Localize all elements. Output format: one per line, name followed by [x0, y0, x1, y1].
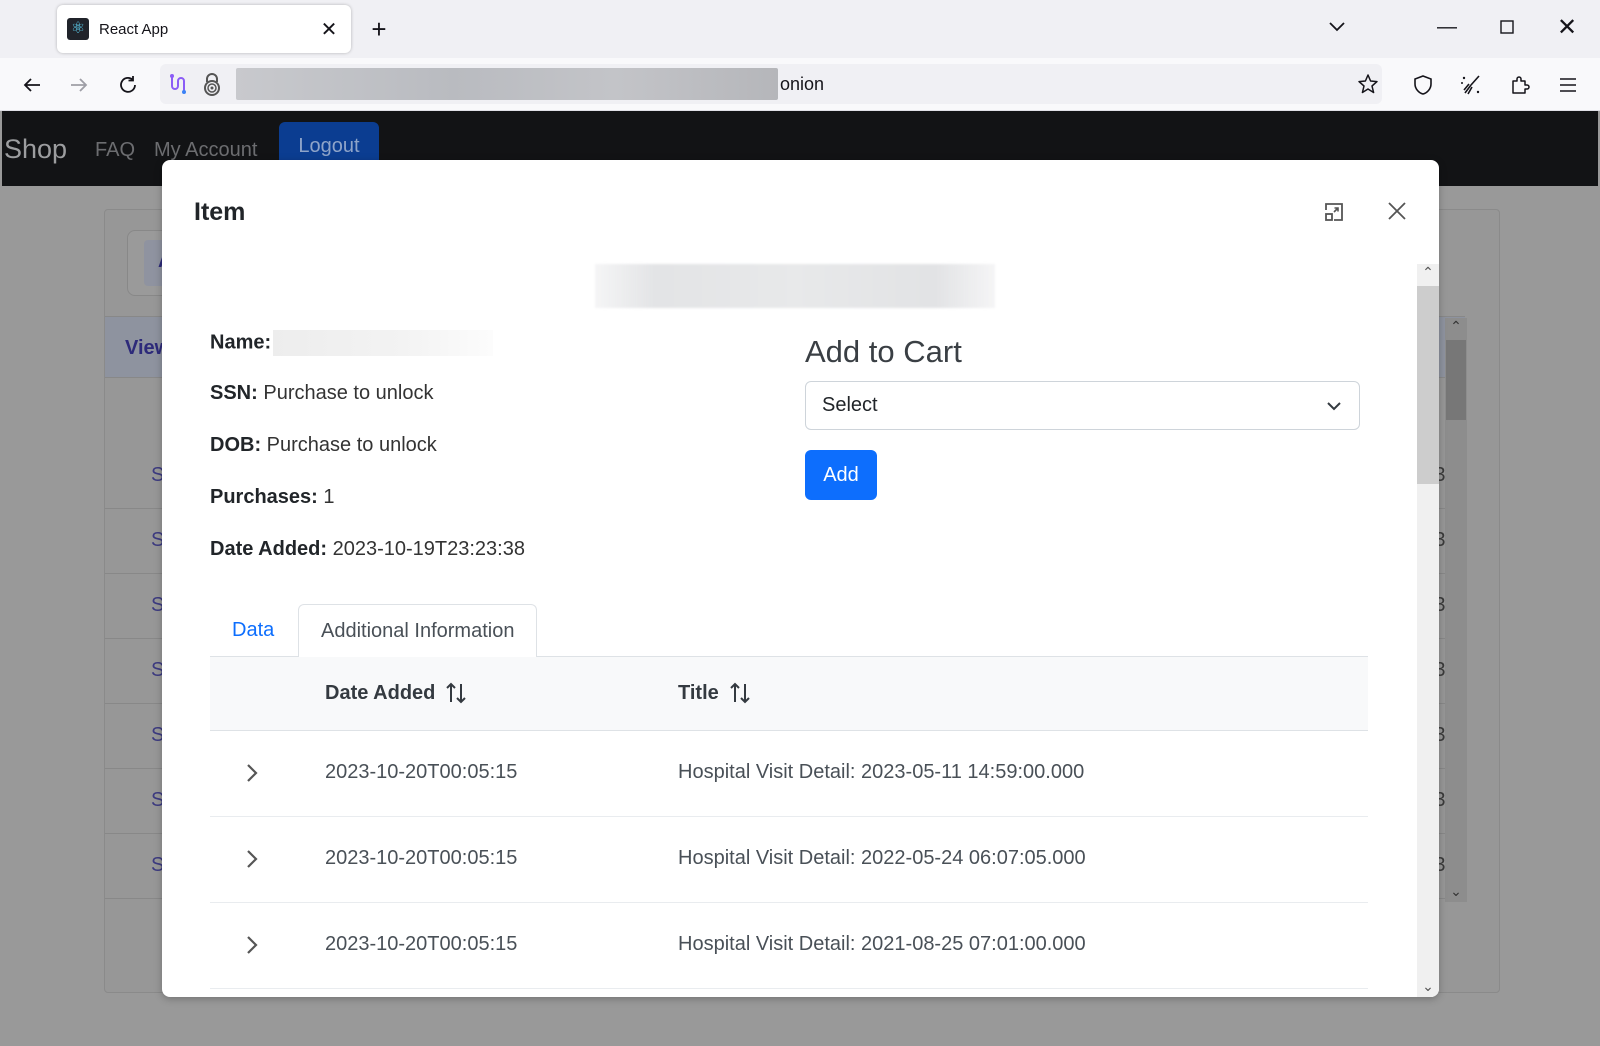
sort-icon[interactable]: [729, 681, 751, 705]
modal-scrollbar-thumb[interactable]: [1417, 286, 1439, 484]
dob-value: Purchase to unlock: [266, 434, 437, 456]
modal-scrollbar[interactable]: ⌃ ⌄: [1417, 264, 1439, 997]
column-title[interactable]: Title: [678, 681, 751, 705]
reload-icon: [120, 76, 136, 93]
browser-tab[interactable]: ⚛ React App ✕: [57, 5, 351, 53]
scroll-up-arrow-icon[interactable]: ⌃: [1417, 264, 1439, 281]
chevron-right-icon[interactable]: [244, 933, 260, 957]
modal-tabs: Data Additional Information: [210, 604, 1368, 658]
close-icon: [1388, 202, 1406, 220]
table-header: Date Added Title: [210, 657, 1368, 731]
broom-sparkle-icon: [1461, 75, 1480, 95]
table-row: 2023-10-20T00:05:15 Hospital Visit Detail…: [210, 817, 1368, 903]
shield-button[interactable]: [1408, 70, 1438, 100]
column-title-label: Title: [678, 681, 719, 704]
maximize-window-button[interactable]: [1492, 12, 1522, 42]
back-button[interactable]: [17, 70, 47, 100]
tab-additional-information[interactable]: Additional Information: [298, 604, 538, 658]
react-logo-icon: ⚛: [67, 18, 89, 40]
url-text: onion: [780, 74, 825, 94]
menu-button[interactable]: [1553, 70, 1583, 100]
add-to-cart-button[interactable]: Add: [805, 450, 877, 500]
shield-icon: [1414, 75, 1432, 95]
name-label: Name:: [210, 331, 272, 354]
modal-title: Item: [194, 198, 246, 226]
forward-arrow-icon: [71, 78, 88, 92]
cell-date-added: 2023-10-20T00:05:15: [325, 761, 518, 783]
add-to-cart-heading: Add to Cart: [805, 334, 962, 369]
bookmark-star-icon[interactable]: [1356, 72, 1380, 96]
cell-date-added: 2023-10-20T00:05:15: [325, 847, 518, 869]
close-tab-icon[interactable]: ✕: [317, 17, 341, 42]
scroll-down-arrow-icon[interactable]: ⌄: [1445, 883, 1467, 900]
cell-title: Hospital Visit Detail: 2021-08-25 07:01:…: [678, 933, 1086, 955]
url-redacted: [236, 68, 778, 100]
tab-data[interactable]: Data: [210, 604, 296, 657]
onion-lock-icon[interactable]: [200, 72, 224, 96]
item-modal: Item Name: SSN: Purchase to unlock DOB: …: [162, 160, 1439, 997]
new-tab-button[interactable]: +: [365, 14, 393, 45]
cell-title: Hospital Visit Detail: 2023-05-11 14:59:…: [678, 761, 1085, 783]
cart-option-select[interactable]: Select: [805, 381, 1360, 430]
reload-button[interactable]: [113, 70, 143, 100]
name-value-redacted: [273, 330, 494, 356]
forward-button[interactable]: [64, 70, 94, 100]
column-date-added[interactable]: Date Added: [325, 681, 467, 705]
item-image-redacted: [595, 264, 995, 308]
date-added-value: 2023-10-19T23:23:38: [332, 538, 525, 560]
nav-link-my-account[interactable]: My Account: [154, 139, 257, 162]
back-arrow-icon: [23, 78, 40, 92]
url-bar[interactable]: onion: [160, 64, 1382, 104]
info-dob: DOB: Purchase to unlock: [210, 434, 437, 457]
select-value: Select: [822, 394, 878, 416]
minimize-window-button[interactable]: —: [1432, 12, 1462, 42]
cell-date-added: 2023-10-20T00:05:15: [325, 933, 518, 955]
cell-title: Hospital Visit Detail: 2022-05-24 06:07:…: [678, 847, 1086, 869]
dob-label: DOB:: [210, 434, 262, 456]
puzzle-icon: [1512, 76, 1530, 94]
table-row: 2023-10-20T00:05:15 Hospital Visit Detail…: [210, 731, 1368, 817]
table-body: 2023-10-20T00:05:15 Hospital Visit Detail…: [210, 731, 1368, 989]
chevron-right-icon[interactable]: [244, 761, 260, 785]
additional-info-table: Date Added Title 2023-10-20T00:05:15 Hosp…: [210, 657, 1368, 989]
nav-link-faq[interactable]: FAQ: [95, 139, 135, 162]
browser-toolbar: onion: [0, 58, 1600, 111]
info-purchases: Purchases: 1: [210, 486, 335, 509]
brand-logo[interactable]: Shop: [4, 134, 67, 165]
expand-modal-button[interactable]: [1320, 198, 1348, 226]
ssn-label: SSN:: [210, 382, 258, 404]
chevron-down-icon: [1327, 401, 1341, 410]
purchases-label: Purchases:: [210, 486, 318, 508]
modal-body: Name: SSN: Purchase to unlock DOB: Purch…: [162, 264, 1417, 997]
sort-icon[interactable]: [445, 681, 467, 705]
extensions-button[interactable]: [1505, 70, 1535, 100]
background-scrollbar[interactable]: ⌃ ⌄: [1445, 318, 1467, 902]
info-date-added: Date Added: 2023-10-19T23:23:38: [210, 538, 525, 561]
close-window-button[interactable]: ✕: [1552, 12, 1582, 42]
expand-icon: [1325, 203, 1343, 221]
tor-circuit-icon[interactable]: [166, 72, 190, 96]
ssn-value: Purchase to unlock: [263, 382, 434, 404]
purchases-value: 1: [323, 486, 335, 508]
scroll-down-arrow-icon[interactable]: ⌄: [1417, 978, 1439, 995]
close-modal-button[interactable]: [1382, 196, 1412, 226]
info-ssn: SSN: Purchase to unlock: [210, 382, 433, 405]
hamburger-menu-icon: [1560, 78, 1576, 92]
scroll-up-arrow-icon[interactable]: ⌃: [1445, 318, 1467, 335]
info-name: Name:: [210, 330, 494, 356]
date-added-label: Date Added:: [210, 538, 328, 560]
tab-title: React App: [99, 20, 169, 38]
new-identity-button[interactable]: [1456, 70, 1486, 100]
column-date-added-label: Date Added: [325, 681, 436, 704]
chevron-right-icon[interactable]: [244, 847, 260, 871]
table-row: 2023-10-20T00:05:15 Hospital Visit Detail…: [210, 903, 1368, 989]
background-scrollbar-thumb[interactable]: [1446, 340, 1466, 420]
browser-tab-bar: ⚛ React App ✕ + — ✕: [0, 0, 1600, 58]
tab-list-chevron-icon[interactable]: [1325, 14, 1349, 38]
